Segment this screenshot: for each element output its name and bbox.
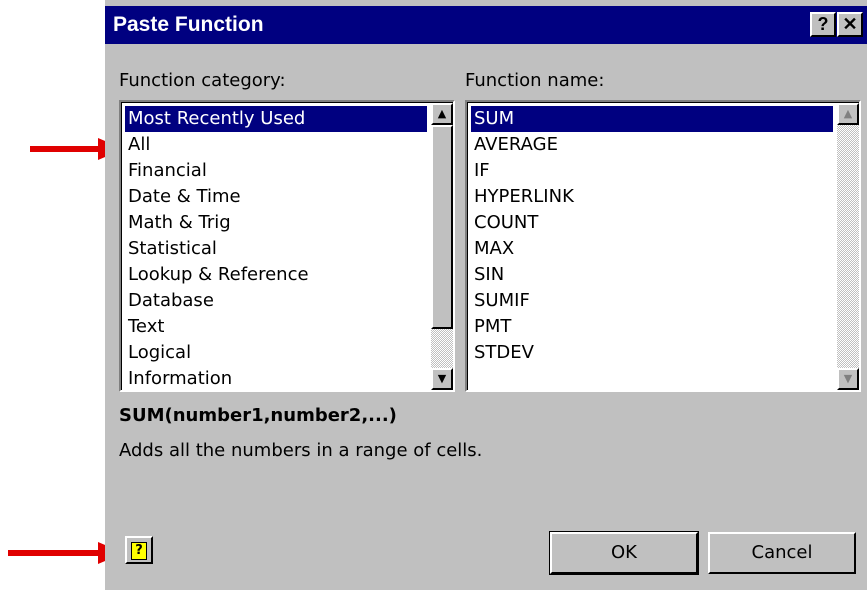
cancel-button[interactable]: Cancel: [708, 532, 856, 574]
question-icon: ?: [817, 14, 829, 34]
paste-function-dialog: Paste Function ? ✕ Function category: Fu…: [105, 0, 867, 590]
list-item[interactable]: SIN: [471, 262, 833, 288]
list-item[interactable]: COUNT: [471, 210, 833, 236]
office-assistant-button[interactable]: ?: [125, 536, 153, 564]
scroll-down-icon[interactable]: ▼: [837, 368, 859, 390]
list-item[interactable]: Date & Time: [125, 184, 427, 210]
category-items: Most Recently Used All Financial Date & Tim…: [125, 106, 427, 390]
list-item[interactable]: IF: [471, 158, 833, 184]
list-item[interactable]: Statistical: [125, 236, 427, 262]
list-item[interactable]: SUM: [471, 106, 833, 132]
list-item[interactable]: STDEV: [471, 340, 833, 366]
list-item[interactable]: All: [125, 132, 427, 158]
list-item[interactable]: HYPERLINK: [471, 184, 833, 210]
scroll-up-icon[interactable]: ▲: [431, 103, 453, 125]
category-label: Function category:: [119, 70, 286, 91]
dialog-title: Paste Function: [113, 13, 264, 36]
list-item[interactable]: Logical: [125, 340, 427, 366]
list-item[interactable]: AVERAGE: [471, 132, 833, 158]
scroll-down-icon[interactable]: ▼: [431, 368, 453, 390]
help-button[interactable]: ?: [810, 12, 836, 37]
function-signature: SUM(number1,number2,...): [119, 405, 397, 426]
list-item[interactable]: Text: [125, 314, 427, 340]
list-item[interactable]: MAX: [471, 236, 833, 262]
function-scrollbar[interactable]: ▲ ▼: [837, 103, 859, 390]
list-item[interactable]: Most Recently Used: [125, 106, 427, 132]
function-name-label: Function name:: [465, 70, 605, 91]
list-item[interactable]: Information: [125, 366, 427, 390]
function-items: SUM AVERAGE IF HYPERLINK COUNT MAX SIN SUMIF PMT…: [471, 106, 833, 366]
category-scrollbar[interactable]: ▲ ▼: [431, 103, 453, 390]
title-bar: Paste Function ? ✕: [105, 6, 867, 44]
question-icon: ?: [131, 542, 147, 560]
ok-button[interactable]: OK: [549, 531, 699, 575]
function-name-list[interactable]: SUM AVERAGE IF HYPERLINK COUNT MAX SIN SUMIF PMT…: [465, 100, 861, 392]
list-item[interactable]: Database: [125, 288, 427, 314]
scroll-thumb[interactable]: [431, 125, 453, 329]
list-item[interactable]: Math & Trig: [125, 210, 427, 236]
list-item[interactable]: Lookup & Reference: [125, 262, 427, 288]
list-item[interactable]: Financial: [125, 158, 427, 184]
list-item[interactable]: SUMIF: [471, 288, 833, 314]
list-item[interactable]: PMT: [471, 314, 833, 340]
category-list[interactable]: Most Recently Used All Financial Date & Tim…: [119, 100, 455, 392]
scroll-up-icon[interactable]: ▲: [837, 103, 859, 125]
function-description: Adds all the numbers in a range of cells…: [119, 440, 483, 461]
close-icon: ✕: [842, 14, 858, 34]
close-button[interactable]: ✕: [837, 12, 863, 37]
